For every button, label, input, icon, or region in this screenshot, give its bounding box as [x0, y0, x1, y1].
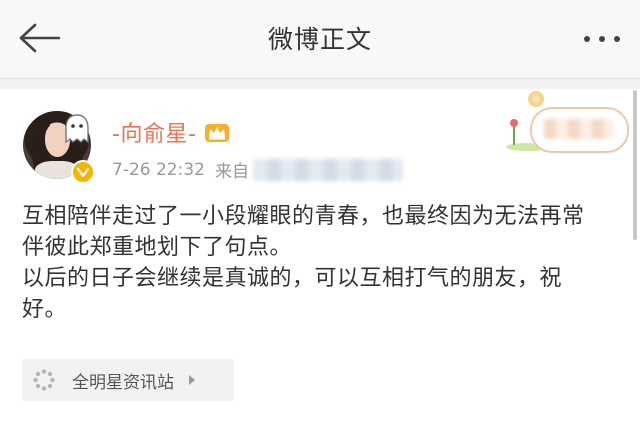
- avatar[interactable]: [23, 111, 95, 184]
- vip-member-crown-icon[interactable]: [204, 121, 230, 143]
- top-navigation-bar: 微博正文: [0, 0, 640, 79]
- post-content: 互相陪伴走过了一小段耀眼的青春，也最终因为无法再常伴彼此郑重地划下了句点。 以后…: [22, 201, 602, 325]
- source-prefix: 来自: [214, 162, 249, 182]
- author-row: -向俞星-: [112, 117, 230, 147]
- follow-button[interactable]: [530, 107, 629, 153]
- loading-spinner-icon: [33, 369, 55, 391]
- verified-v-icon: [77, 167, 89, 177]
- page-title: 微博正文: [267, 25, 372, 54]
- more-dots-icon: [584, 36, 620, 42]
- post-timestamp: 7-26 22:32: [112, 159, 205, 180]
- more-button[interactable]: [580, 22, 624, 56]
- ghost-pendant-icon: [65, 114, 89, 144]
- post-paragraph: 以后的日子会继续是真诚的，可以互相打气的朋友，祝好。: [22, 266, 563, 322]
- blurred-source-client: [252, 158, 403, 181]
- section-divider: [0, 79, 640, 89]
- topic-source-tag[interactable]: 全明星资讯站: [22, 359, 234, 401]
- scrollbar[interactable]: [633, 90, 637, 240]
- verified-badge: [71, 160, 95, 184]
- post-paragraph: 互相陪伴走过了一小段耀眼的青春，也最终因为无法再常伴彼此郑重地划下了句点。: [22, 204, 585, 260]
- post-meta: 7-26 22:32 来自: [112, 157, 403, 182]
- blurred-follow-label: [544, 119, 614, 139]
- weibo-post-card: -向俞星- 7-26 22:32 来自 互相陪伴走过了一小段耀眼的青春，也最终因…: [0, 89, 640, 436]
- username[interactable]: -向俞星-: [112, 116, 196, 148]
- chevron-right-icon: [189, 375, 195, 385]
- topic-tag-label: 全明星资讯站: [72, 372, 174, 393]
